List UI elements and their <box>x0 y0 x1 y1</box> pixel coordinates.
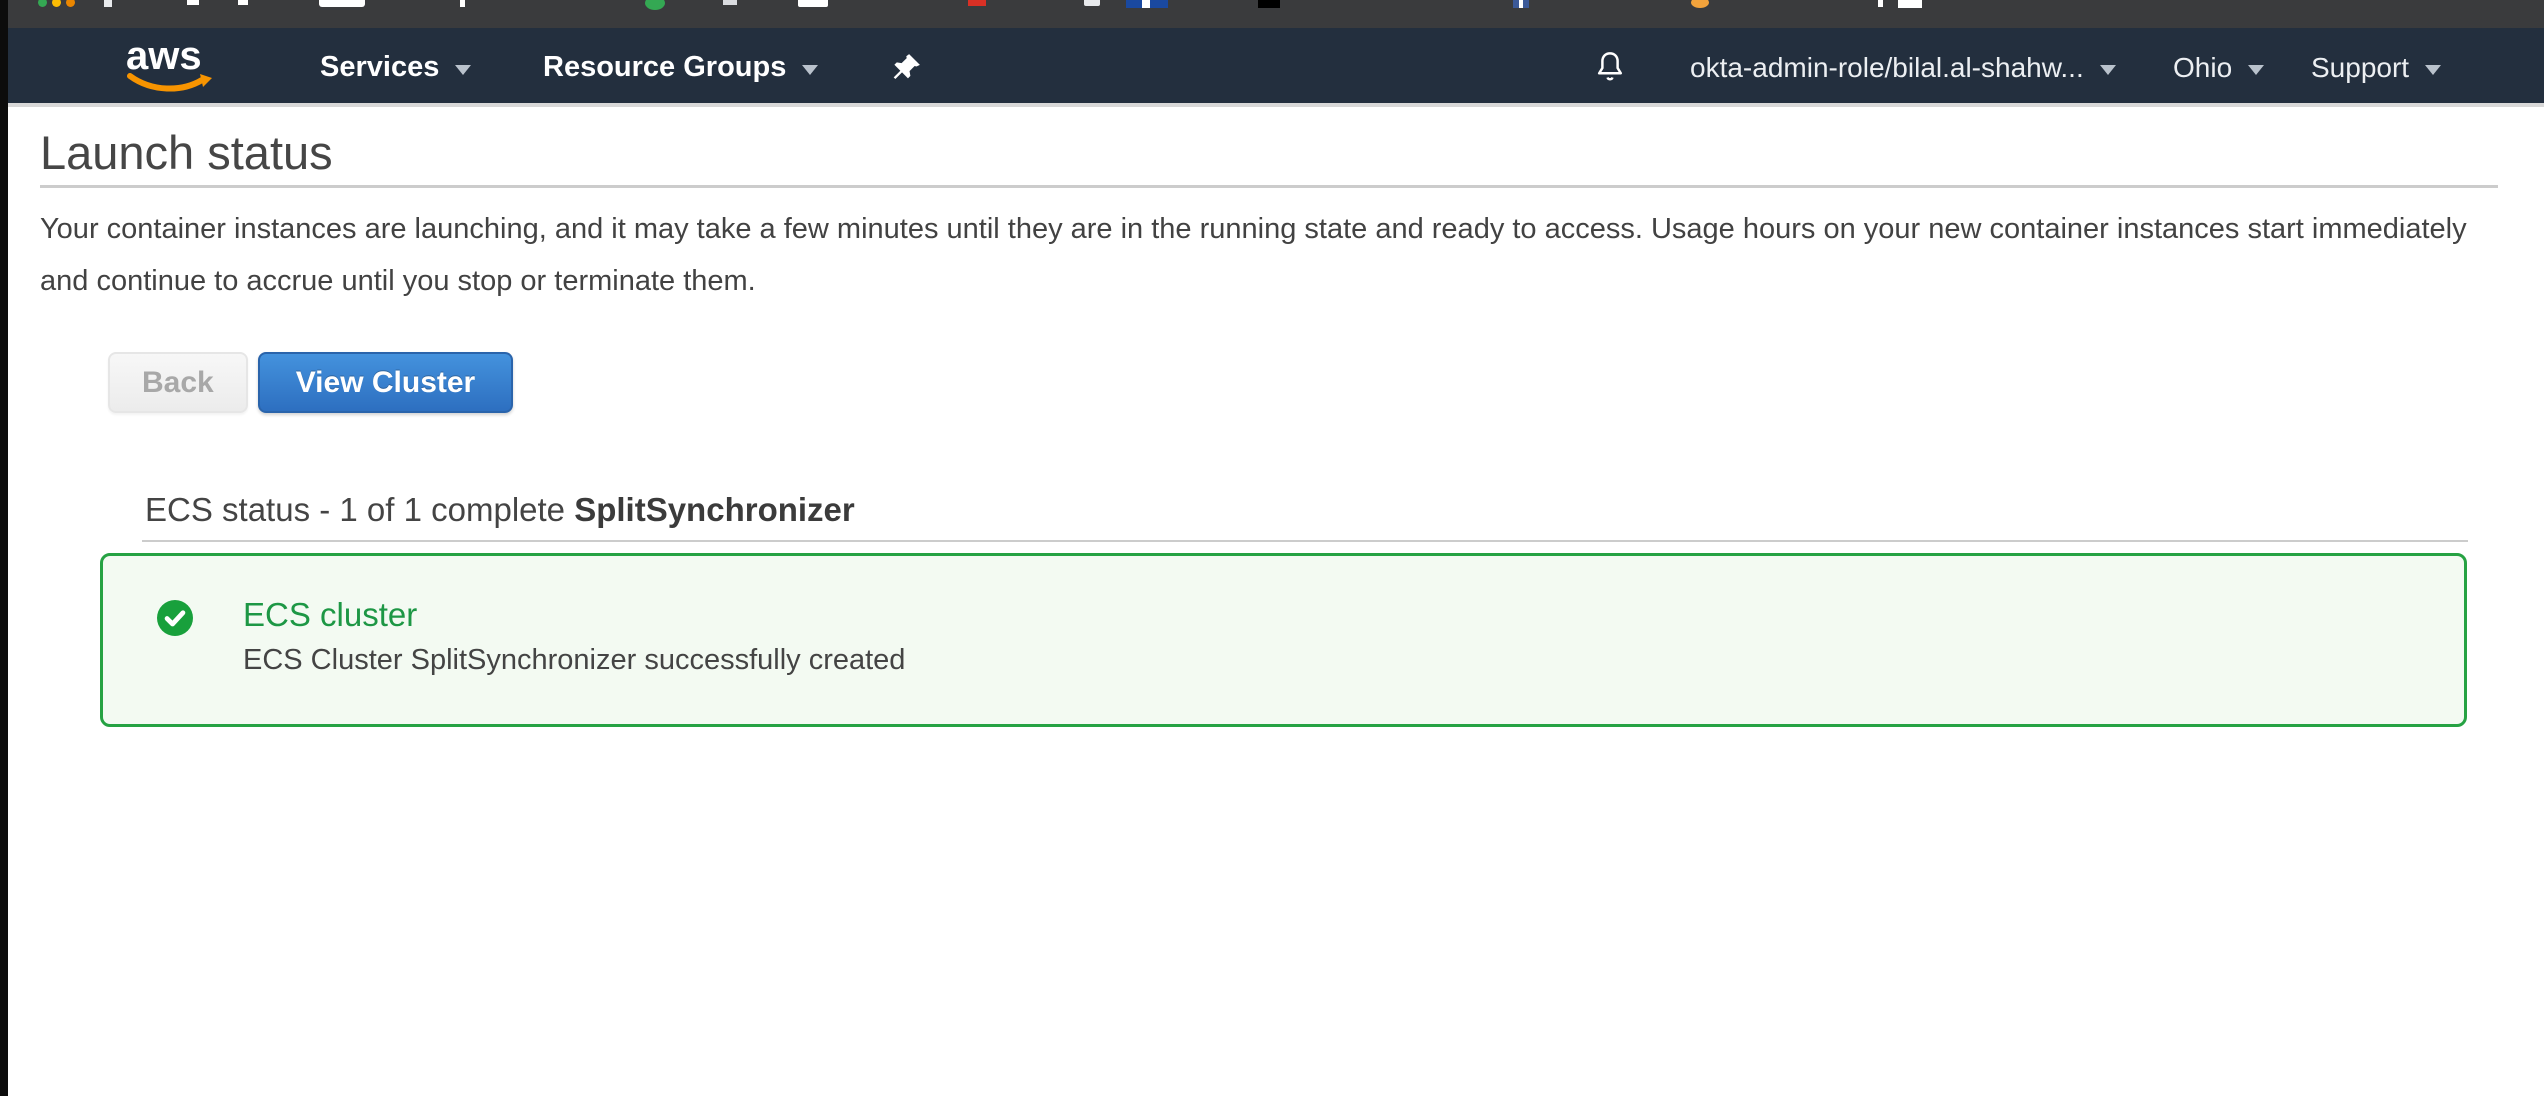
favicon-sliver <box>645 0 665 10</box>
favicon-sliver <box>1691 0 1709 8</box>
chevron-down-icon <box>2248 65 2264 75</box>
chevron-down-icon <box>802 65 818 75</box>
nav-support-menu[interactable]: Support <box>2311 28 2441 107</box>
nav-services-label: Services <box>320 51 439 84</box>
favicon-sliver <box>1126 0 1168 8</box>
favicon-sliver <box>1513 0 1529 8</box>
aws-logo-text: aws <box>126 38 212 74</box>
favicon-sliver <box>319 0 365 7</box>
favicon-sliver <box>1084 0 1100 6</box>
screen-left-edge <box>0 0 8 1096</box>
ecs-status-heading-prefix: ECS status - 1 of 1 complete <box>145 491 574 528</box>
action-buttons: Back View Cluster <box>108 352 513 413</box>
back-button[interactable]: Back <box>108 352 248 413</box>
nav-region-menu[interactable]: Ohio <box>2173 28 2264 107</box>
favicon-sliver <box>968 0 986 6</box>
view-cluster-button[interactable]: View Cluster <box>258 352 514 413</box>
favicon-sliver <box>1898 0 1922 8</box>
aws-console-window: aws Services Resource Groups <box>0 0 2544 1096</box>
chevron-down-icon <box>2100 65 2116 75</box>
launch-status-page: Launch status Your container instances a… <box>0 111 2544 1096</box>
ecs-status-cluster-name: SplitSynchronizer <box>574 491 855 528</box>
favicon-sliver <box>723 0 737 5</box>
success-check-icon <box>157 600 193 636</box>
favicon-sliver <box>460 0 465 7</box>
nav-support-label: Support <box>2311 52 2409 84</box>
notifications-button[interactable] <box>1588 28 1632 107</box>
success-panel-message: ECS Cluster SplitSynchronizer successful… <box>243 644 905 677</box>
nav-services-menu[interactable]: Services <box>320 28 471 107</box>
favicon-dots <box>38 0 75 7</box>
chevron-down-icon <box>2425 65 2441 75</box>
pin-icon <box>889 51 923 85</box>
favicon-sliver <box>187 0 199 5</box>
launch-description: Your container instances are launching, … <box>40 203 2498 307</box>
browser-bookmarks-strip <box>0 0 2544 28</box>
nav-account-label: okta-admin-role/bilal.al-shahw... <box>1690 52 2084 84</box>
aws-top-navbar: aws Services Resource Groups <box>0 28 2544 107</box>
nav-resource-groups-label: Resource Groups <box>543 51 786 84</box>
page-title: Launch status <box>40 125 333 180</box>
ecs-status-heading: ECS status - 1 of 1 complete SplitSynchr… <box>145 491 855 529</box>
pin-shortcut-button[interactable] <box>884 28 928 107</box>
favicon-sliver <box>798 0 828 7</box>
chevron-down-icon <box>455 65 471 75</box>
favicon-sliver <box>1878 0 1883 7</box>
favicon-sliver <box>1258 0 1280 8</box>
favicon-sliver <box>104 0 112 7</box>
nav-resource-groups-menu[interactable]: Resource Groups <box>543 28 818 107</box>
nav-account-menu[interactable]: okta-admin-role/bilal.al-shahw... <box>1690 28 2116 107</box>
title-divider <box>40 185 2498 188</box>
ecs-cluster-success-panel: ECS cluster ECS Cluster SplitSynchronize… <box>100 553 2467 727</box>
nav-region-label: Ohio <box>2173 52 2232 84</box>
ecs-section-divider <box>142 540 2468 542</box>
favicon-sliver <box>238 0 248 5</box>
aws-logo[interactable]: aws <box>126 38 212 98</box>
notification-bell-icon <box>1592 49 1628 87</box>
success-panel-title: ECS cluster <box>243 596 417 634</box>
